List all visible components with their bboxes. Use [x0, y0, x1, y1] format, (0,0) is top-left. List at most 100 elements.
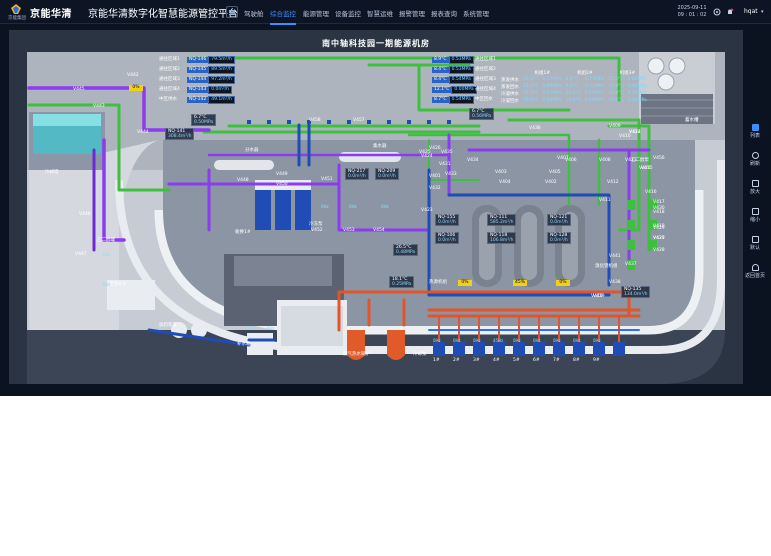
valve-v428[interactable]: V428	[653, 248, 665, 253]
user-dropdown-icon[interactable]: ▾	[761, 9, 764, 15]
temp-tag[interactable]: 6.7°C 0.50MPa	[191, 114, 217, 126]
flow-meter-nq209[interactable]: NQ-209 0.0m³/h	[375, 168, 399, 180]
flow-meter-nq141[interactable]: NQ-141 308.4m³/h	[165, 128, 195, 140]
nav-alarm-management[interactable]: 报警管理	[399, 8, 425, 18]
nav-device-monitoring[interactable]: 设备监控	[335, 8, 361, 18]
flow-meter-nq128[interactable]: NQ-128 0.0m³/h	[547, 232, 571, 244]
user-name[interactable]: hqat	[744, 8, 758, 15]
valve-v448[interactable]: V448	[237, 178, 249, 183]
zone-label: 通往区域3	[159, 77, 180, 82]
table-row: 冷凝回水 19.0°C 0.00MPa 18.5°C 0.16MPa 19.5°C 0.00…	[501, 98, 647, 104]
valve-v422[interactable]: V422	[629, 130, 641, 135]
top-bar: 京能集团 京能华清 京能华清数字化智慧能源管控平台 驾驶舱 综合监控 能源管理 …	[0, 0, 771, 25]
flow-meter-nq121[interactable]: NQ-121 0.0m³/h	[547, 214, 571, 226]
valve-v437[interactable]: V437	[625, 262, 637, 267]
valve-v450[interactable]: V450	[276, 182, 288, 187]
valve-v411[interactable]: V411	[599, 198, 611, 203]
meter-nq144[interactable]: NQ-144 97.2m³/h	[187, 76, 235, 84]
valve-v453[interactable]: V453	[343, 228, 355, 233]
meter-nq142[interactable]: NQ-142 49.1m³/h	[187, 96, 235, 104]
fit-view-button[interactable]: 默认	[745, 236, 765, 251]
valve-v447[interactable]: V447	[75, 252, 87, 257]
valve-v445[interactable]: V445	[73, 87, 85, 92]
pump-frequency: 0Hz	[321, 204, 329, 209]
menu-toggle-button[interactable]	[226, 6, 238, 18]
flow-meter-nq111[interactable]: NQ-111 585.2m³/h	[487, 214, 517, 226]
valve-v435[interactable]: V435	[441, 150, 453, 155]
meter-return-4[interactable]: 12.1°C 0.00MPa	[432, 86, 477, 94]
zone-label: 中区回水	[475, 97, 493, 102]
valve-v416[interactable]: V416	[645, 190, 657, 195]
valve-v430[interactable]: V430	[653, 206, 665, 211]
notification-bell-icon[interactable]	[726, 8, 734, 16]
meter-return-5[interactable]: 8.7°C 0.54MPa	[432, 96, 474, 104]
valve-v423[interactable]: V423	[421, 208, 433, 213]
meter-return-3[interactable]: 8.4°C 0.54MPa	[432, 76, 474, 84]
valve-v446[interactable]: V446	[79, 212, 91, 217]
valve-v408[interactable]: V408	[599, 158, 611, 163]
valve-v451[interactable]: V451	[321, 177, 333, 182]
table-row: 冷凝供水 22.2°C 0.17MPa 26.1°C 0.19MPa 22.0°C 0.00…	[501, 91, 647, 97]
meter-nq146[interactable]: NQ-146 79.5m³/h	[187, 56, 235, 64]
valve-v412[interactable]: V412	[607, 180, 619, 185]
nav-integrated-monitoring[interactable]: 综合监控	[270, 8, 296, 25]
zone-label: 中区供水	[159, 97, 177, 102]
valve-v442[interactable]: V442	[127, 73, 139, 78]
nav-smart-maintenance[interactable]: 智慧运维	[367, 8, 393, 18]
valve-v438[interactable]: V438	[609, 280, 621, 285]
valve-v409[interactable]: V409	[609, 124, 621, 129]
valve-v407[interactable]: V407	[557, 156, 569, 161]
valve-v457[interactable]: V457	[353, 118, 365, 123]
valve-v431[interactable]: V431	[439, 162, 451, 167]
valve-v421[interactable]: V421	[639, 166, 651, 171]
refresh-button[interactable]: 刷新	[745, 152, 765, 167]
home-button[interactable]: 返回首页	[745, 264, 765, 279]
valve-v444[interactable]: V444	[137, 130, 149, 135]
meter-return-1[interactable]: 8.9°C 0.53MPa	[432, 56, 474, 64]
flow-meter-nq217[interactable]: NQ-217 0.0m³/h	[345, 168, 369, 180]
temp-tag[interactable]: 6.7°C 0.56MPa	[469, 108, 495, 120]
flow-meter-nq106[interactable]: NQ-106 0.0m³/h	[435, 232, 459, 244]
valve-v429[interactable]: V429	[653, 226, 665, 231]
valve-v432[interactable]: V432	[429, 186, 441, 191]
valve-v434[interactable]: V434	[467, 158, 479, 163]
valve-v458[interactable]: V458	[309, 118, 321, 123]
chiller-parameter-table: 机组1# 机组2# 机组3# 蒸发供水 15.4°C 0.72MPa 6.8°C 0.7…	[499, 69, 649, 104]
flow-meter-nq155[interactable]: NQ-155 0.0m³/h	[435, 214, 459, 226]
valve-v417[interactable]: V417	[653, 200, 665, 205]
valve-v441[interactable]: V441	[609, 254, 621, 259]
valve-v452[interactable]: V452	[311, 228, 323, 233]
valve-v413[interactable]: V413	[625, 158, 637, 163]
zoom-in-button[interactable]: 放大	[745, 180, 765, 195]
nav-energy-management[interactable]: 能源管理	[303, 8, 329, 18]
temp-tag[interactable]: 26.5°C 0.48MPa	[393, 244, 419, 256]
valve-v401[interactable]: V401	[429, 174, 441, 179]
valve-v405[interactable]: V405	[549, 170, 561, 175]
valve-v454[interactable]: V454	[373, 228, 385, 233]
nav-cockpit[interactable]: 驾驶舱	[244, 8, 264, 18]
zoom-out-button[interactable]: 缩小	[745, 208, 765, 223]
home-icon	[751, 264, 759, 271]
flow-meter-nq135[interactable]: NQ-135 134.0m³/h	[621, 286, 651, 298]
area-label-boiler: 燃气热水锅炉	[343, 352, 370, 357]
meter-nq143[interactable]: NQ-143 0.0m³/h	[187, 86, 232, 94]
nav-system-management[interactable]: 系统管理	[463, 8, 489, 18]
valve-v426[interactable]: V426	[429, 146, 441, 151]
settings-icon[interactable]	[713, 8, 721, 16]
valve-v449[interactable]: V449	[276, 172, 288, 177]
meter-nq145[interactable]: NQ-145 89.5m³/h	[187, 66, 235, 74]
valve-v427[interactable]: V427	[653, 236, 665, 241]
flow-meter-nq118[interactable]: NQ-118 106.8m³/h	[487, 232, 517, 244]
meter-return-2[interactable]: 8.4°C 0.53MPa	[432, 66, 474, 74]
valve-v456[interactable]: V456	[653, 156, 665, 161]
valve-v402[interactable]: V402	[545, 180, 557, 185]
valve-v436[interactable]: V436	[529, 126, 541, 131]
valve-v404[interactable]: V404	[499, 180, 511, 185]
valve-v433[interactable]: V433	[445, 172, 457, 177]
list-button[interactable]: 列表	[745, 124, 765, 139]
temp-tag[interactable]: 18.1°C 0.25MPa	[389, 276, 415, 288]
valve-v443[interactable]: V443	[93, 104, 105, 109]
valve-v440[interactable]: V440	[591, 294, 603, 299]
nav-report-query[interactable]: 报表查询	[431, 8, 457, 18]
valve-v403[interactable]: V403	[495, 170, 507, 175]
